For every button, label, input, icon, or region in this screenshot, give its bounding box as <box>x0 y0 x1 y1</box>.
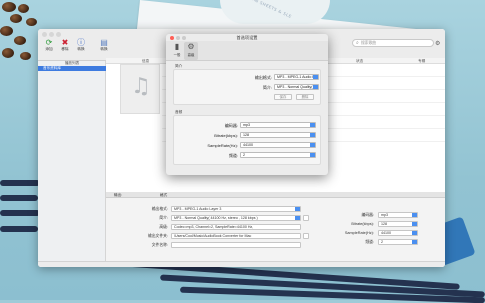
coffee-bean <box>0 26 13 36</box>
filename-field[interactable] <box>171 242 301 248</box>
music-note-icon: ♫ <box>131 74 151 99</box>
coffee-bean <box>20 52 31 60</box>
bitrate-label: Bitrate(kbps): <box>351 222 374 226</box>
dialog-profile-label: 简介: <box>262 85 272 90</box>
dialog-profile-select[interactable]: MP3 - Normal Quality( 44100 Hz <box>274 84 319 90</box>
codec-label: 高级: <box>159 225 168 229</box>
dialog-save-button[interactable]: 保存 <box>274 94 292 100</box>
dialog-format-select[interactable]: MP3 - MPEG-1 Audio Layer 3 <box>274 74 319 80</box>
coffee-bean <box>2 2 16 12</box>
pencil <box>0 226 38 232</box>
encoder-label: 编码器: <box>361 213 374 217</box>
coffee-bean <box>14 36 26 45</box>
info-convert-icon: ⓘ <box>77 38 85 47</box>
samplerate-label: SampleRate(Hz): <box>344 231 374 235</box>
channel-select[interactable]: 2 <box>378 239 418 245</box>
zoom-window-button[interactable] <box>56 32 61 37</box>
tab-general[interactable]: ▮ 一般 <box>170 42 184 60</box>
coffee-bean <box>2 48 14 58</box>
column-header-status[interactable]: 状态 <box>356 58 363 64</box>
output-format-select[interactable]: MP3 - MPEG-1 Audio Layer 3 <box>171 206 301 212</box>
dialog-bitrate-label: Bitrate(kbps): <box>214 133 238 138</box>
gear-icon: ⚙ <box>187 42 195 51</box>
toolbar-remove-button[interactable]: ✖ 移除 <box>57 38 73 58</box>
minimize-window-button[interactable] <box>49 32 54 37</box>
output-format-label: 输出格式: <box>151 207 168 211</box>
refresh-add-icon: ⟳ <box>45 38 53 47</box>
pencil <box>0 180 40 186</box>
browse-folder-button[interactable] <box>303 233 309 239</box>
toolbar-books-button[interactable]: ▤ 转换 <box>96 38 112 58</box>
pencil <box>0 210 40 216</box>
dialog-bitrate-select[interactable]: 128 <box>240 132 316 138</box>
samplerate-select[interactable]: 44100 <box>378 230 418 236</box>
dialog-samplerate-label: SampleRate(Hz): <box>207 143 238 148</box>
dialog-samplerate-select[interactable]: 44100 <box>240 142 316 148</box>
output-folder-field[interactable]: /Users/Cool/Music/AudioBook Converter fo… <box>171 233 301 239</box>
coffee-bean <box>18 4 29 13</box>
sidebar-item-library[interactable]: 音乐资料库 <box>38 66 106 71</box>
gear-icon[interactable]: ⚙ <box>435 40 440 47</box>
coffee-bean <box>10 14 22 23</box>
encoder-select[interactable]: mp3 <box>378 212 418 218</box>
filename-label: 文件名称: <box>151 243 168 247</box>
dialog-encoder-label: 编码器: <box>224 123 238 128</box>
sidebar <box>38 61 106 267</box>
dialog-encoder-select[interactable]: mp3 <box>240 122 316 128</box>
dialog-format-label: 输出格式: <box>254 75 272 80</box>
books-icon: ▤ <box>100 38 108 47</box>
tools-remove-icon: ✖ <box>61 38 69 47</box>
profile-select[interactable]: MP3 - Normal Quality( 44100 Hz, stereo ,… <box>171 215 301 221</box>
profile-label: 简介: <box>159 216 168 220</box>
tab-format[interactable]: 格式 <box>160 193 167 198</box>
dialog-channel-select[interactable]: 2 <box>240 152 316 158</box>
profile-edit-button[interactable] <box>303 215 309 221</box>
channel-label: 频道: <box>365 240 374 244</box>
output-folder-label: 输出文件夹: <box>147 234 168 238</box>
close-window-button[interactable] <box>42 32 47 37</box>
phone-icon: ▮ <box>174 42 180 51</box>
bitrate-select[interactable]: 128 <box>378 221 418 227</box>
output-tabs <box>106 192 445 198</box>
preferences-dialog: 首选项设置 ▮ 一般 ⚙ 高级 简介 输出格式: MP3 - MPEG-1 Au… <box>166 34 328 175</box>
coffee-bean <box>26 18 37 26</box>
pencil <box>0 195 38 201</box>
search-icon: ⌕ <box>356 40 359 46</box>
toolbar-convert-button[interactable]: ⓘ 转换 <box>73 38 89 58</box>
search-input[interactable]: 搜索歌曲 <box>352 39 434 47</box>
status-bar <box>38 261 445 267</box>
tab-output[interactable]: 输出: <box>114 193 122 198</box>
tab-advanced[interactable]: ⚙ 高级 <box>184 42 198 60</box>
dialog-channel-label: 频道: <box>228 153 238 158</box>
codec-field: Codec=mp3, Channel=2, SampleRate=44100 H… <box>171 224 301 230</box>
toolbar-add-button[interactable]: ⟳ 添加 <box>41 38 57 58</box>
column-header-album[interactable]: 专辑 <box>418 58 425 64</box>
dialog-delete-button[interactable]: 删除 <box>296 94 314 100</box>
